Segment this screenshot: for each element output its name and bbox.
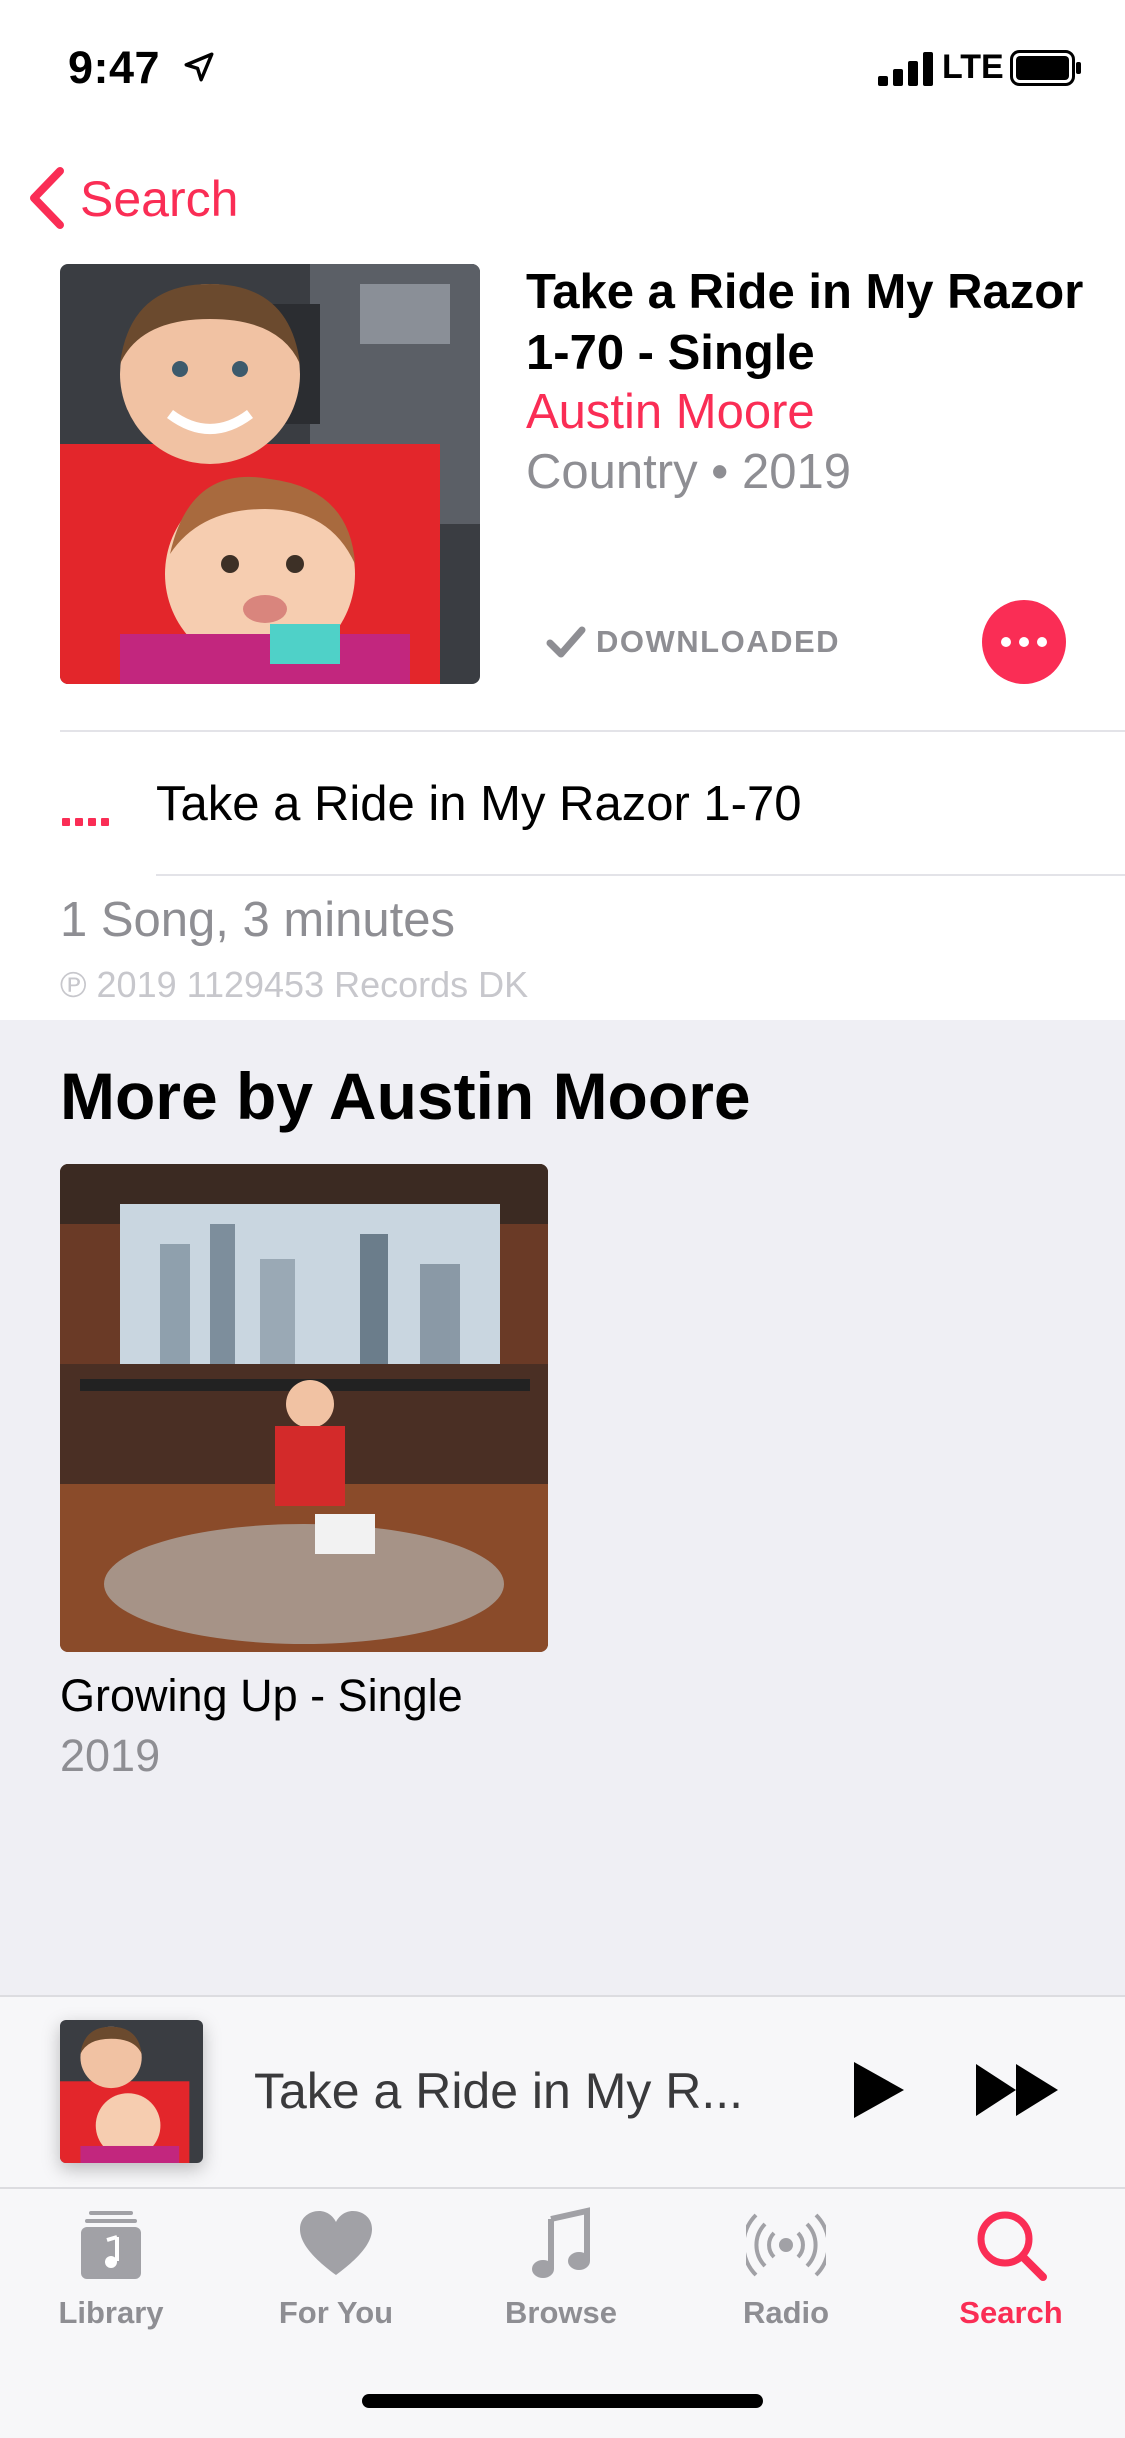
- back-button[interactable]: Search: [80, 170, 238, 228]
- album-artist-link[interactable]: Austin Moore: [526, 384, 815, 440]
- divider: [60, 730, 1125, 732]
- tab-library[interactable]: Library: [11, 2205, 211, 2331]
- more-by-heading: More by Austin Moore: [60, 1059, 751, 1133]
- track-row[interactable]: Take a Ride in My Razor 1-70: [156, 776, 801, 832]
- tab-for-you[interactable]: For You: [236, 2205, 436, 2331]
- battery-icon: [1010, 50, 1081, 86]
- back-chevron-icon[interactable]: [26, 165, 68, 231]
- tab-radio[interactable]: Radio: [686, 2205, 886, 2331]
- more-options-button[interactable]: [982, 600, 1066, 684]
- now-playing-indicator-icon: [62, 812, 112, 826]
- related-album-artwork[interactable]: [60, 1164, 548, 1652]
- related-album-year: 2019: [60, 1730, 161, 1781]
- cellular-signal-icon: [878, 52, 933, 86]
- downloaded-label: DOWNLOADED: [596, 624, 841, 659]
- tab-label: For You: [278, 2295, 394, 2330]
- music-note-icon: [532, 2207, 590, 2278]
- downloaded-status: DOWNLOADED: [546, 620, 840, 664]
- tab-label: Library: [58, 2295, 164, 2330]
- library-icon: [81, 2211, 141, 2279]
- album-title: Take a Ride in My Razor 1-70 - Single: [526, 265, 1084, 380]
- network-type: LTE: [942, 48, 1004, 86]
- fast-forward-icon[interactable]: [974, 2062, 1060, 2118]
- tab-browse[interactable]: Browse: [461, 2205, 661, 2331]
- tab-label: Browse: [505, 2295, 617, 2330]
- radio-icon: [746, 2213, 826, 2277]
- now-playing-artwork[interactable]: [60, 2020, 203, 2163]
- album-artwork: [60, 264, 480, 684]
- tab-search[interactable]: Search: [911, 2205, 1111, 2331]
- copyright: ℗ 2019 1129453 Records DK: [60, 964, 529, 1005]
- divider: [156, 874, 1125, 876]
- tab-label: Radio: [742, 2295, 830, 2330]
- checkmark-icon: [546, 626, 586, 658]
- song-count: 1 Song, 3 minutes: [60, 893, 455, 947]
- related-album-title[interactable]: Growing Up - Single: [60, 1670, 463, 1722]
- now-playing-title[interactable]: Take a Ride in My R...: [254, 2062, 743, 2120]
- home-indicator[interactable]: [362, 2394, 763, 2408]
- status-time: 9:47: [68, 42, 161, 93]
- play-icon[interactable]: [848, 2058, 908, 2122]
- album-genre-year: Country • 2019: [526, 445, 851, 499]
- search-icon: [977, 2211, 1047, 2281]
- ellipsis-icon: [1001, 637, 1011, 647]
- heart-icon: [300, 2211, 372, 2275]
- tab-label: Search: [959, 2295, 1063, 2330]
- location-arrow-icon: [184, 52, 214, 82]
